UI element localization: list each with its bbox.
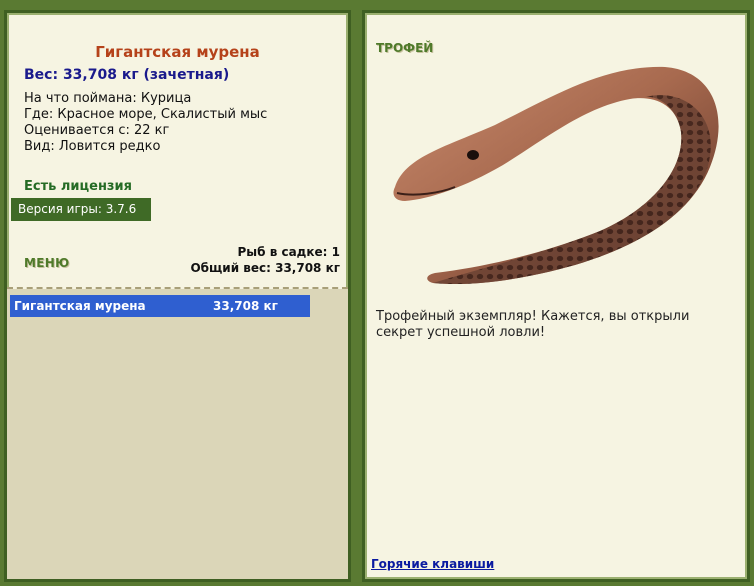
game-version-number: 3.7.6: [105, 202, 137, 216]
fish-bait: На что поймана: Курица: [24, 91, 192, 106]
trophy-message: Трофейный экземпляр! Кажется, вы открыли…: [376, 309, 690, 340]
fish-trophy-threshold: Оценивается с: 22 кг: [24, 123, 170, 138]
hotkeys-link[interactable]: Горячие клавиши: [371, 557, 494, 571]
fish-name: Гигантская мурена: [95, 43, 260, 61]
menu-button[interactable]: МЕНЮ: [24, 256, 69, 270]
fish-rarity: Вид: Ловится редко: [24, 139, 161, 154]
catch-list-item[interactable]: Гигантская мурена 33,708 кг: [10, 295, 310, 317]
catch-item-weight: 33,708 кг: [213, 299, 278, 313]
fish-info-panel: Гигантская мурена Вес: 33,708 кг (зачетн…: [4, 10, 351, 582]
fish-location: Где: Красное море, Скалистый мыс: [24, 107, 268, 122]
fish-weight: Вес: 33,708 кг (зачетная): [24, 67, 230, 83]
net-fish-count: Рыб в садке: 1: [237, 245, 341, 259]
game-version-label: Версия игры:: [18, 202, 106, 216]
trophy-panel: ТРОФЕЙ Трофейный экземпляр! Кажется, вы …: [362, 10, 750, 582]
game-version-badge: Версия игры: 3.7.6: [11, 198, 151, 221]
catch-list: Гигантская мурена 33,708 кг: [7, 289, 348, 579]
eel-eye-icon: [467, 150, 479, 160]
net-total-weight: Общий вес: 33,708 кг: [190, 261, 340, 275]
moray-eel-image: [393, 66, 719, 285]
catch-item-name: Гигантская мурена: [14, 299, 146, 313]
license-status: Есть лицензия: [24, 179, 132, 194]
